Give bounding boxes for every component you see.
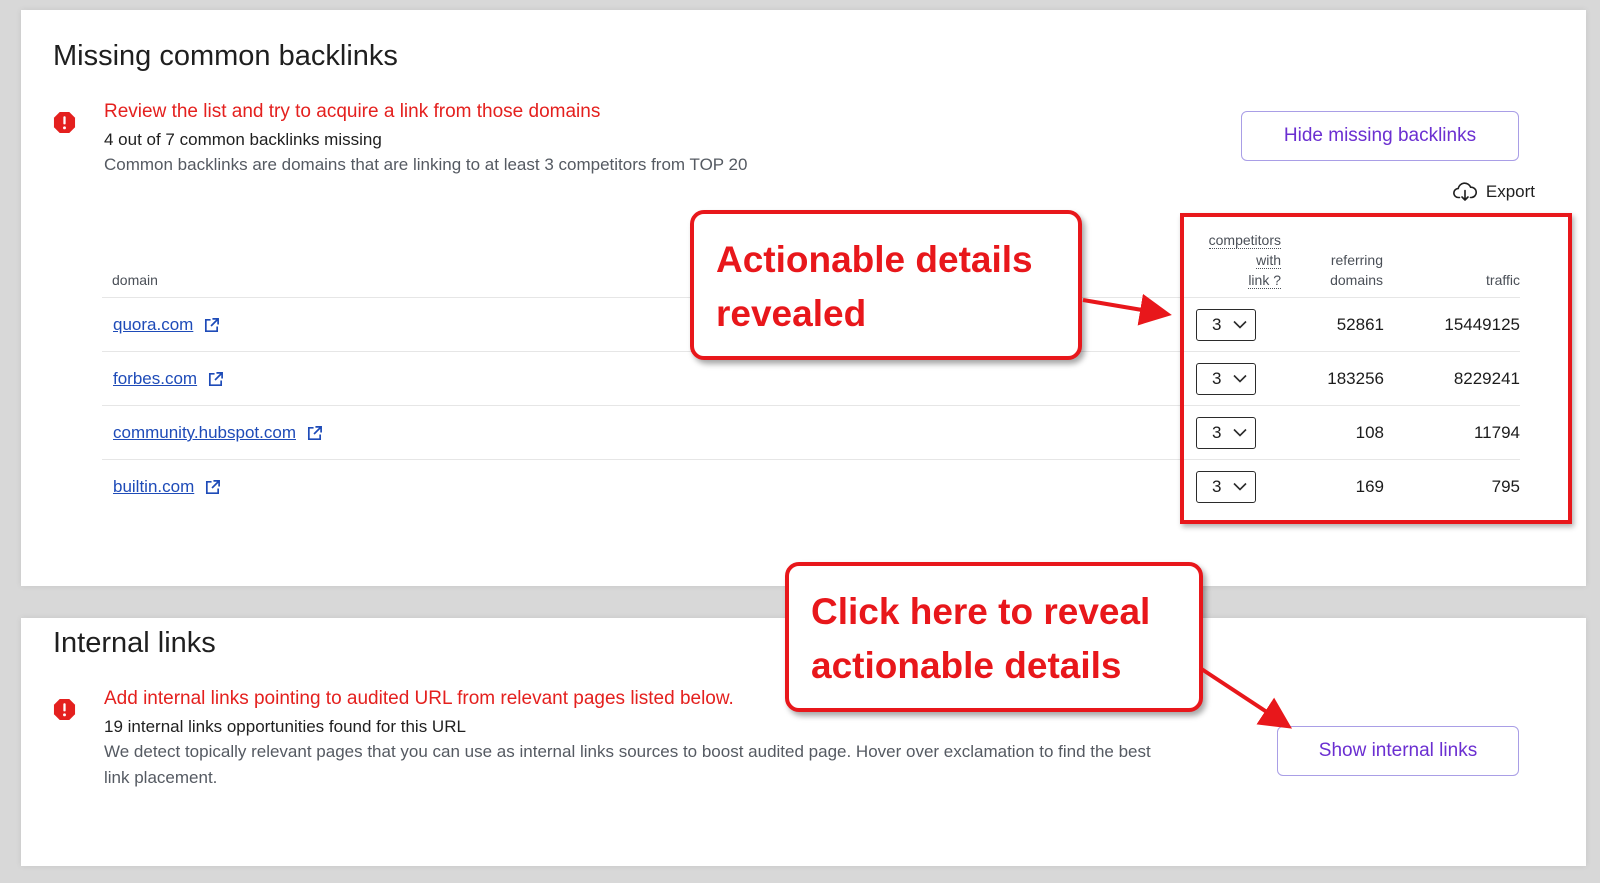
show-internal-links-button[interactable]: Show internal links [1277,726,1519,776]
backlinks-alert-heading: Review the list and try to acquire a lin… [104,101,601,122]
hide-missing-backlinks-button[interactable]: Hide missing backlinks [1241,111,1519,161]
internal-links-alert-summary: 19 internal links opportunities found fo… [104,717,466,736]
missing-backlinks-title: Missing common backlinks [53,40,398,72]
domain-link[interactable]: quora.com [113,315,220,335]
external-link-icon[interactable] [204,479,221,496]
annotation-callout-revealed-line1: Actionable details [716,239,1033,280]
external-link-icon[interactable] [306,425,323,442]
annotation-callout-click-line2: actionable details [811,645,1122,686]
alert-octagon-icon [53,111,76,134]
domain-name: builtin.com [113,477,195,496]
cloud-download-icon [1452,182,1477,201]
column-header-domain: domain [112,272,158,288]
external-link-icon[interactable] [207,371,224,388]
internal-links-title: Internal links [53,627,216,659]
internal-links-alert-description: We detect topically relevant pages that … [104,739,1151,791]
annotation-callout-click-line1: Click here to reveal [811,591,1151,632]
annotation-callout-revealed-line2: revealed [716,293,867,334]
internal-links-alert-heading: Add internal links pointing to audited U… [104,688,734,709]
export-button[interactable]: Export [1452,182,1535,202]
export-label: Export [1485,182,1535,201]
annotation-callout-revealed: Actionable details revealed [690,210,1082,360]
backlinks-alert-summary: 4 out of 7 common backlinks missing [104,130,382,149]
alert-octagon-icon [53,698,76,721]
domain-link[interactable]: builtin.com [113,477,221,497]
domain-name: forbes.com [113,369,198,388]
highlight-frame [1180,213,1572,524]
annotation-callout-click-here: Click here to reveal actionable details [785,562,1203,712]
domain-name: quora.com [113,315,194,334]
domain-link[interactable]: community.hubspot.com [113,423,323,443]
domain-name: community.hubspot.com [113,423,296,442]
domain-link[interactable]: forbes.com [113,369,224,389]
backlinks-alert-description: Common backlinks are domains that are li… [104,155,748,174]
internal-links-description-line2: link placement. [104,768,218,787]
external-link-icon[interactable] [203,317,220,334]
internal-links-description-line1: We detect topically relevant pages that … [104,742,1151,761]
